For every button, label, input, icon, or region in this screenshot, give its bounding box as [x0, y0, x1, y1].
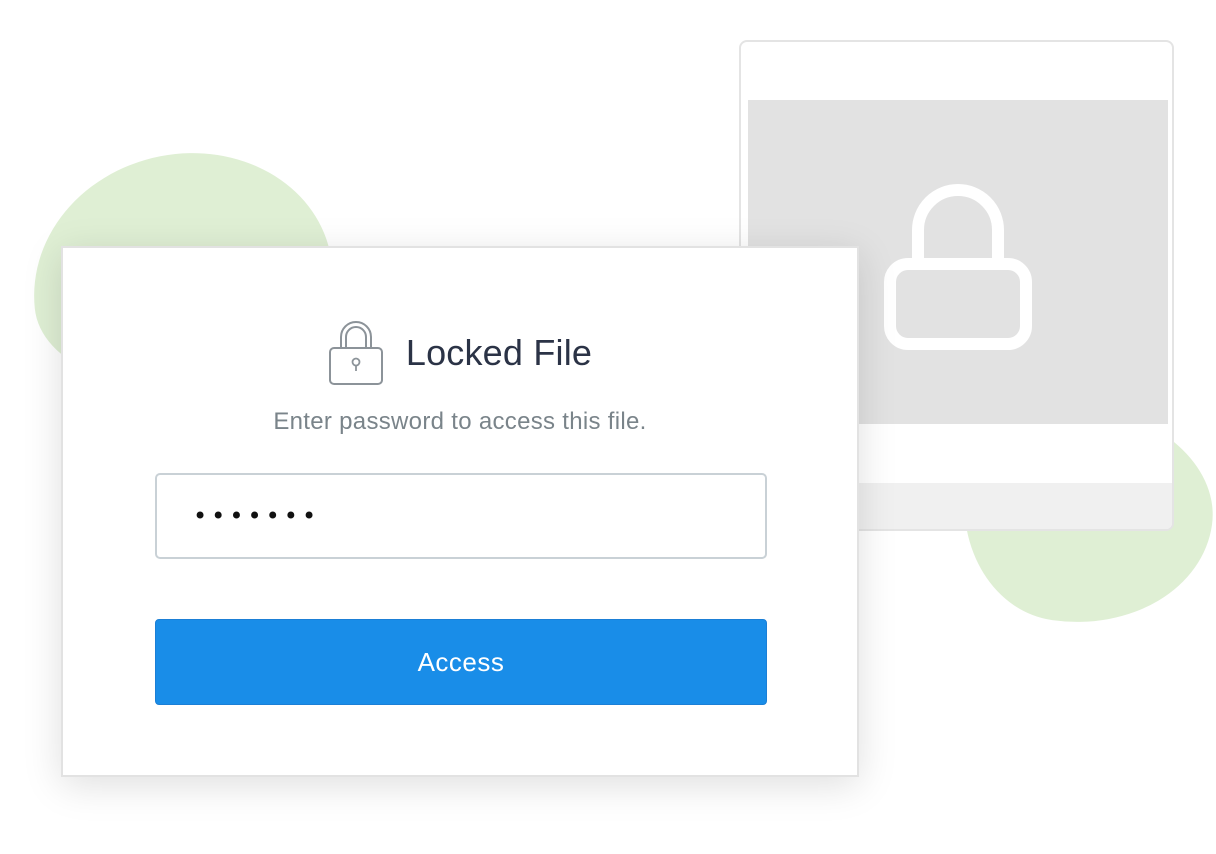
locked-file-dialog: Locked File Enter password to access thi…	[61, 246, 859, 777]
dialog-instructions: Enter password to access this file.	[273, 408, 647, 435]
padlock-icon	[884, 184, 1032, 350]
access-button[interactable]: Access	[155, 619, 767, 705]
dialog-header: Locked File	[63, 318, 857, 388]
padlock-icon	[328, 321, 383, 385]
dialog-title: Locked File	[405, 332, 593, 373]
password-input[interactable]	[155, 473, 767, 559]
locked-file-illustration: Locked File Enter password to access thi…	[0, 0, 1216, 854]
